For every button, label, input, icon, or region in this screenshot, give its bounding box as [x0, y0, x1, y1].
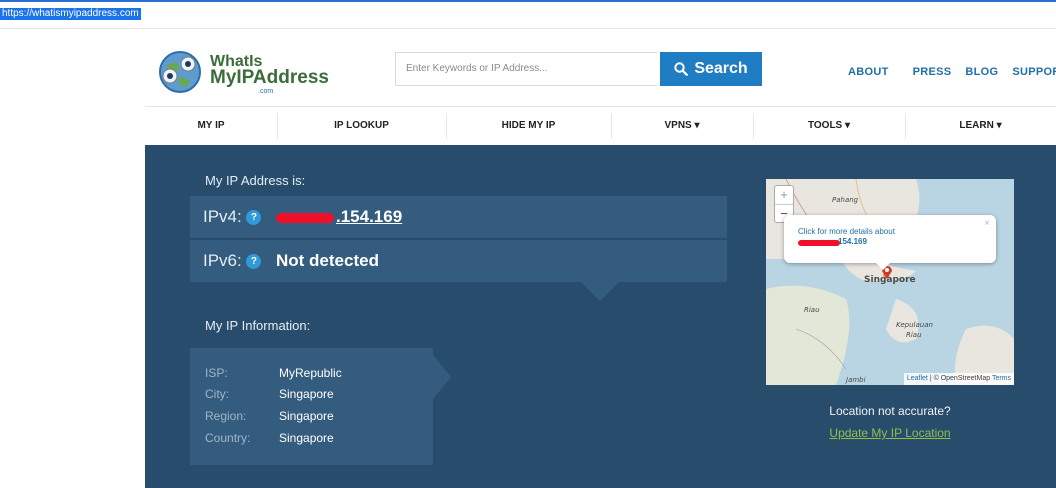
redaction-mark [798, 240, 840, 246]
ipv6-value: Not detected [276, 251, 379, 270]
info-key: Country: [205, 431, 251, 445]
top-nav-press[interactable]: PRESS [913, 66, 952, 78]
nav-hide-my-ip[interactable]: HIDE MY IP [446, 107, 611, 145]
top-nav-support[interactable]: SUPPORT [1012, 66, 1056, 78]
map-label-kepulauan: Kepulauan [896, 321, 933, 329]
logo-text-line2: MyIPAddress [210, 67, 329, 88]
top-nav-blog[interactable]: BLOG [965, 66, 998, 78]
search-button-label: Search [694, 60, 748, 77]
nav-ip-lookup[interactable]: IP LOOKUP [277, 107, 446, 145]
ip-heading: My IP Address is: [205, 173, 306, 188]
nav-vpns[interactable]: VPNS ▾ [611, 107, 753, 145]
location-not-accurate-text: Location not accurate? [829, 404, 951, 418]
map-label-pahang: Pahang [832, 196, 859, 204]
search-button[interactable]: Search [660, 52, 762, 86]
globe-icon [159, 51, 201, 93]
map-label-jambi: Jambi [846, 376, 866, 384]
nav-learn[interactable]: LEARN ▾ [905, 107, 1056, 145]
search-icon [674, 62, 689, 76]
top-nav: ABOUT PRESS BLOG SUPPORT [848, 66, 1056, 78]
nav-tools[interactable]: TOOLS ▾ [753, 107, 905, 145]
map-attribution: Leaflet | © OpenStreetMap Terms [903, 373, 1014, 385]
info-value: MyRepublic [279, 366, 342, 380]
url-bar-accent-line [0, 0, 1056, 2]
info-key: ISP: [205, 366, 228, 380]
map-label-riau: Riau [804, 306, 820, 314]
info-heading: My IP Information: [205, 318, 311, 333]
info-key: City: [205, 387, 229, 401]
map-popup[interactable]: × Click for more details about 154.169 [784, 215, 996, 270]
close-icon[interactable]: × [984, 218, 990, 229]
ipv6-label: IPv6: [203, 251, 242, 270]
location-map[interactable]: Pahang Singapore Riau Kepulauan Riau Jam… [766, 179, 1014, 385]
redaction-mark [276, 212, 334, 223]
ipv6-label-group: IPv6: ? [203, 251, 262, 271]
info-key: Region: [205, 409, 247, 423]
nav-my-ip[interactable]: MY IP [145, 107, 277, 145]
ip-info-box: ISP: MyRepublic City: Singapore Region: … [190, 348, 433, 465]
popup-text[interactable]: Click for more details about [798, 227, 895, 236]
ipv4-label-group: IPv4: ? [203, 207, 262, 227]
attribution-text: | © OpenStreetMap [927, 375, 992, 382]
help-icon[interactable]: ? [246, 254, 262, 270]
site-logo[interactable]: WhatIs MyIPAddress .com [158, 50, 329, 100]
search-input[interactable]: Enter Keywords or IP Address... [395, 52, 657, 86]
info-value: Singapore [279, 387, 334, 401]
update-location-link[interactable]: Update My IP Location [766, 426, 1014, 440]
ipv4-row: IPv4: ? .154.169 [190, 196, 727, 238]
help-icon[interactable]: ? [246, 210, 262, 226]
ipv4-label: IPv4: [203, 207, 242, 226]
url-text[interactable]: https://whatismyipaddress.com [0, 8, 141, 20]
popup-ip[interactable]: 154.169 [838, 237, 867, 246]
map-label-kepulauan-riau: Riau [906, 331, 922, 339]
ipv4-value-text[interactable]: .154.169 [336, 207, 402, 226]
logo-text-line3: .com [258, 88, 274, 95]
leaflet-link[interactable]: Leaflet [907, 375, 928, 382]
zoom-in-button[interactable]: + [775, 186, 793, 205]
popup-tip [876, 263, 890, 270]
ip-panel-pointer [580, 281, 620, 301]
info-value: Singapore [279, 409, 334, 423]
browser-url-bar[interactable]: https://whatismyipaddress.com [0, 0, 1056, 29]
ipv4-value[interactable]: .154.169 [276, 207, 402, 227]
ipv6-row: IPv6: ? Not detected [190, 240, 727, 282]
top-nav-about[interactable]: ABOUT [848, 66, 889, 78]
terms-link[interactable]: Terms [992, 375, 1011, 382]
info-box-arrow [433, 355, 451, 399]
info-value: Singapore [279, 431, 334, 445]
main-nav: MY IP IP LOOKUP HIDE MY IP VPNS ▾ TOOLS … [145, 106, 1056, 145]
